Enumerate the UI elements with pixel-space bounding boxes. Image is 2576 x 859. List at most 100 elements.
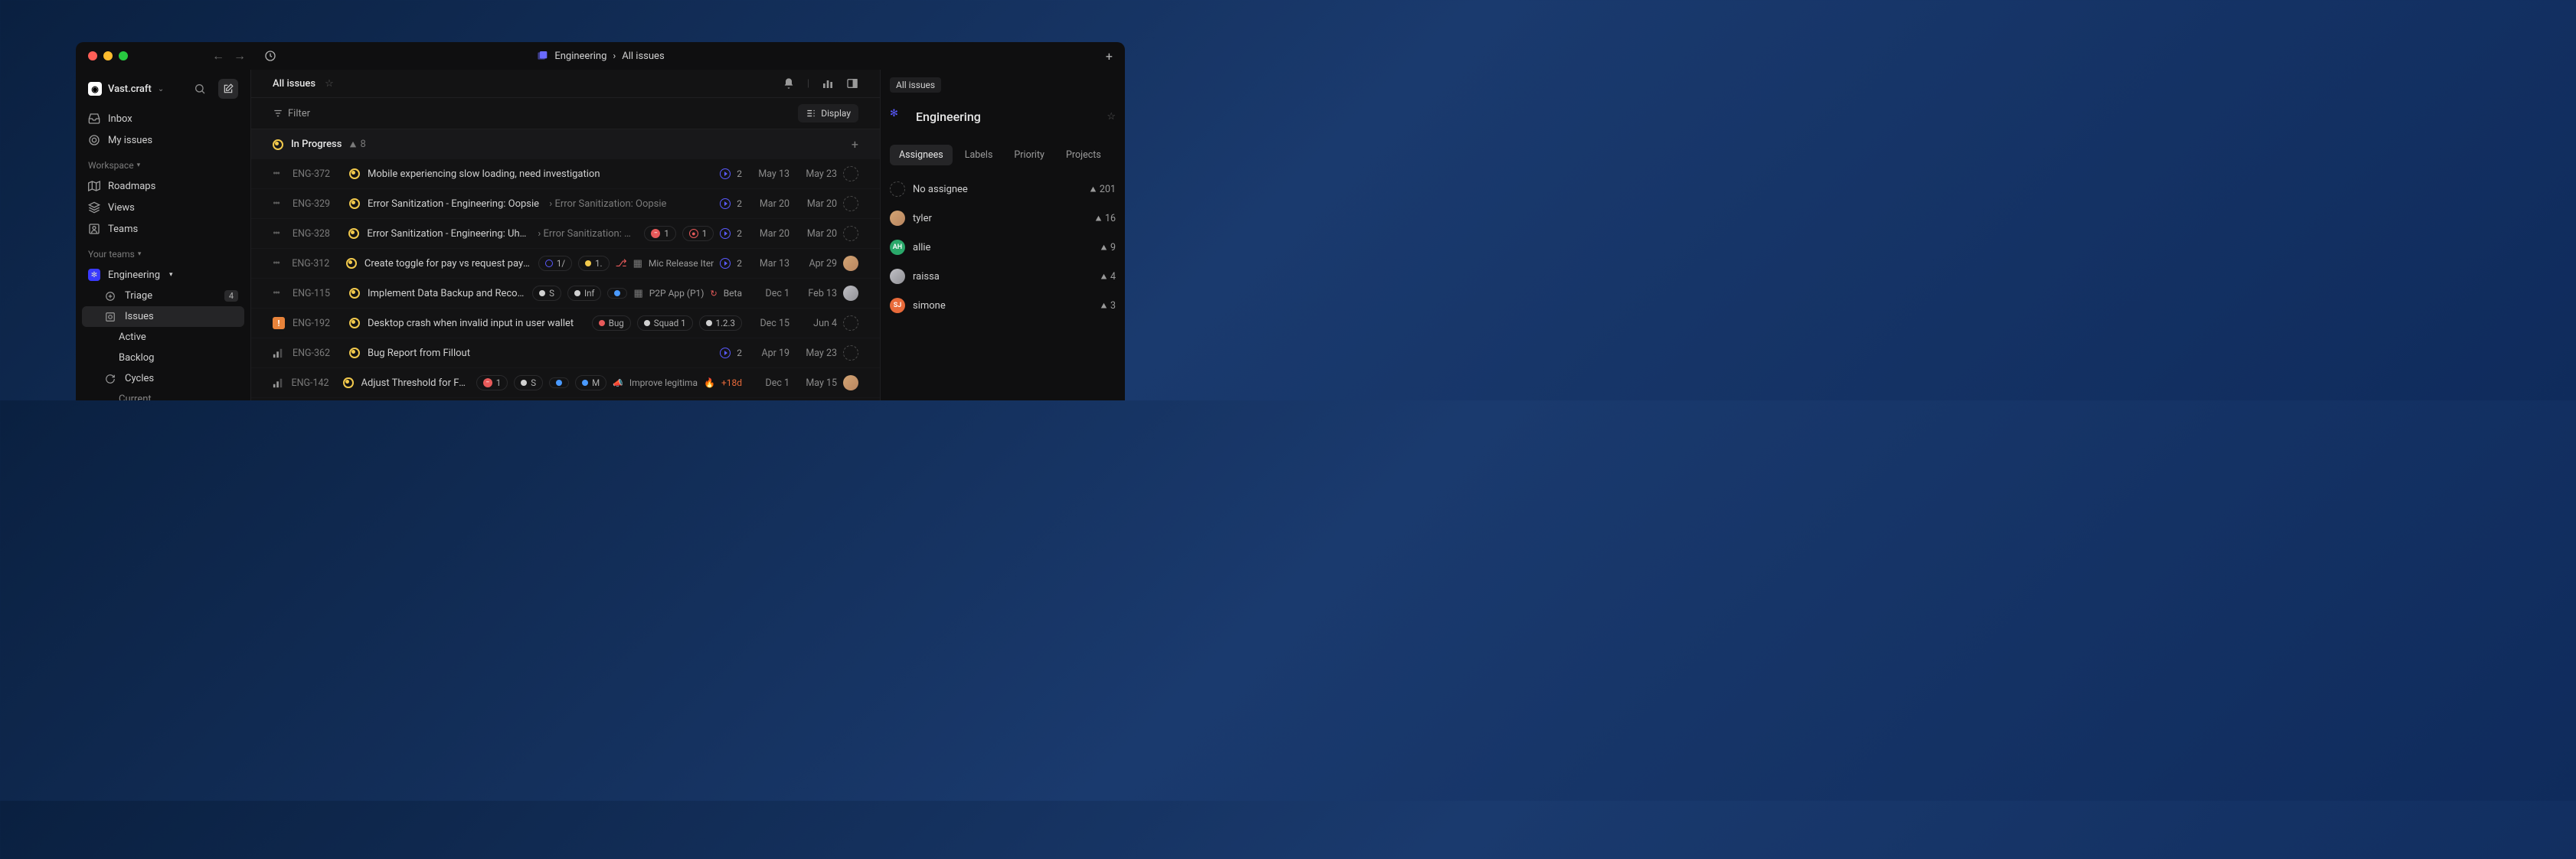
assignee-button[interactable]: [843, 196, 858, 211]
assignee-button[interactable]: [843, 315, 858, 331]
minimize-window-button[interactable]: [103, 51, 113, 60]
priority-medium-icon[interactable]: [273, 348, 285, 358]
status-icon[interactable]: [346, 258, 357, 269]
tab-labels[interactable]: Labels: [956, 145, 1002, 165]
label-pill[interactable]: [549, 377, 569, 388]
sidebar-item-label: Issues: [125, 311, 154, 322]
relation-icon[interactable]: [720, 348, 731, 358]
relation-icon[interactable]: [720, 228, 731, 239]
assignee-button[interactable]: [843, 345, 858, 361]
section-workspace[interactable]: Workspace ▾: [82, 151, 244, 175]
label-pill[interactable]: 1.: [578, 256, 610, 271]
sidebar-team-engineering[interactable]: ✻ Engineering ▾: [82, 264, 244, 286]
tab-priority[interactable]: Priority: [1005, 145, 1054, 165]
close-window-button[interactable]: [88, 51, 97, 60]
new-tab-button[interactable]: +: [1106, 49, 1113, 64]
history-button[interactable]: [264, 50, 276, 62]
view-chip[interactable]: All issues: [890, 77, 941, 93]
assignee-row[interactable]: raissa 4: [890, 262, 1116, 291]
label-pill[interactable]: Inf: [567, 286, 601, 301]
filter-button[interactable]: Filter: [273, 108, 310, 119]
label-pill[interactable]: M: [575, 375, 606, 390]
blocked-by-pill[interactable]: −1: [644, 226, 675, 241]
assignee-row[interactable]: SJ simone 3: [890, 291, 1116, 320]
priority-none-icon[interactable]: •••: [273, 198, 285, 210]
issue-row[interactable]: ••• ENG-312 Create toggle for pay vs req…: [251, 249, 880, 279]
priority-none-icon[interactable]: •••: [273, 168, 285, 180]
assignee-row[interactable]: AH allie 9: [890, 233, 1116, 262]
status-icon[interactable]: [349, 288, 360, 299]
assignee-avatar[interactable]: [843, 286, 858, 301]
assignee-button[interactable]: [843, 166, 858, 181]
blocking-pill[interactable]: ●1: [682, 226, 714, 241]
insights-button[interactable]: [822, 77, 834, 90]
assignee-row[interactable]: No assignee 201: [890, 175, 1116, 204]
sidebar-item-cycles[interactable]: Cycles: [82, 368, 244, 389]
sidebar-item-my-issues[interactable]: My issues: [82, 129, 244, 151]
status-icon[interactable]: [349, 348, 360, 358]
issue-id: ENG-372: [293, 168, 342, 180]
priority-none-icon[interactable]: •••: [273, 287, 285, 299]
issue-row[interactable]: ENG-142 Adjust Threshold for Frau… −1 S …: [251, 368, 880, 398]
status-icon[interactable]: [343, 377, 353, 388]
sidebar-item-teams[interactable]: Teams: [82, 218, 244, 240]
forward-button[interactable]: →: [234, 48, 246, 64]
label-pill[interactable]: 1.2.3: [699, 315, 742, 331]
relation-icon[interactable]: [720, 258, 731, 269]
relation-icon[interactable]: [720, 168, 731, 179]
priority-none-icon[interactable]: •••: [273, 257, 284, 269]
label-pill[interactable]: Squad 1: [637, 315, 693, 331]
notifications-button[interactable]: [783, 77, 795, 90]
sidebar-item-issues[interactable]: Issues: [82, 306, 244, 327]
status-icon[interactable]: [349, 318, 360, 328]
project-name[interactable]: Improve legitima: [629, 377, 698, 388]
status-icon[interactable]: [348, 228, 359, 239]
sidebar-item-triage[interactable]: Triage 4: [82, 286, 244, 306]
search-button[interactable]: [194, 83, 206, 95]
issue-row[interactable]: ••• ENG-115 Implement Data Backup and Re…: [251, 279, 880, 309]
sidebar-item-backlog[interactable]: Backlog: [82, 348, 244, 368]
sidebar-item-views[interactable]: Views: [82, 197, 244, 218]
compose-button[interactable]: [218, 79, 238, 99]
assignee-avatar[interactable]: [843, 256, 858, 271]
display-button[interactable]: Display: [798, 104, 858, 122]
panel-toggle-button[interactable]: [846, 77, 858, 90]
label-pill[interactable]: Bug: [592, 315, 631, 331]
workspace-switcher[interactable]: ◉ Vast.craft ⌄: [82, 76, 244, 102]
sidebar-item-roadmaps[interactable]: Roadmaps: [82, 175, 244, 197]
issue-row[interactable]: ENG-362 Bug Report from Fillout 2 Apr 19…: [251, 338, 880, 368]
label-pill[interactable]: S: [514, 375, 543, 390]
assignee-row[interactable]: tyler 16: [890, 204, 1116, 233]
issue-row[interactable]: ! ENG-192 Desktop crash when invalid inp…: [251, 309, 880, 338]
label-pill[interactable]: S: [532, 286, 561, 301]
tab-assignees[interactable]: Assignees: [890, 145, 953, 165]
add-issue-button[interactable]: +: [852, 137, 858, 152]
progress-pill[interactable]: 1/: [538, 256, 572, 271]
assignee-button[interactable]: [843, 226, 858, 241]
sidebar-item-active[interactable]: Active: [82, 327, 244, 348]
back-button[interactable]: ←: [212, 48, 224, 64]
cycle-name[interactable]: Beta: [724, 288, 742, 299]
priority-urgent-icon[interactable]: !: [273, 317, 285, 329]
assignee-avatar[interactable]: [843, 375, 858, 390]
label-pill[interactable]: [607, 288, 627, 299]
section-your-teams[interactable]: Your teams ▾: [82, 240, 244, 264]
status-icon[interactable]: [349, 198, 360, 209]
maximize-window-button[interactable]: [119, 51, 128, 60]
issue-row[interactable]: ••• ENG-372 Mobile experiencing slow loa…: [251, 159, 880, 189]
sidebar-item-current[interactable]: Current: [82, 389, 244, 400]
priority-none-icon[interactable]: •••: [273, 227, 285, 240]
star-button[interactable]: ☆: [325, 78, 334, 90]
project-name[interactable]: P2P App (P1): [649, 288, 704, 299]
issue-row[interactable]: ••• ENG-329 Error Sanitization - Enginee…: [251, 189, 880, 219]
tab-projects[interactable]: Projects: [1057, 145, 1110, 165]
status-icon[interactable]: [349, 168, 360, 179]
project-name[interactable]: Mic Release Iter: [649, 258, 714, 269]
blocked-pill[interactable]: −1: [476, 375, 508, 390]
group-header[interactable]: In Progress 8 +: [251, 129, 880, 159]
issue-row[interactable]: ••• ENG-328 Error Sanitization - Enginee…: [251, 219, 880, 249]
relation-icon[interactable]: [720, 198, 731, 209]
sidebar-item-inbox[interactable]: Inbox: [82, 108, 244, 129]
priority-medium-icon[interactable]: [273, 377, 284, 388]
star-button[interactable]: ☆: [1107, 111, 1116, 122]
